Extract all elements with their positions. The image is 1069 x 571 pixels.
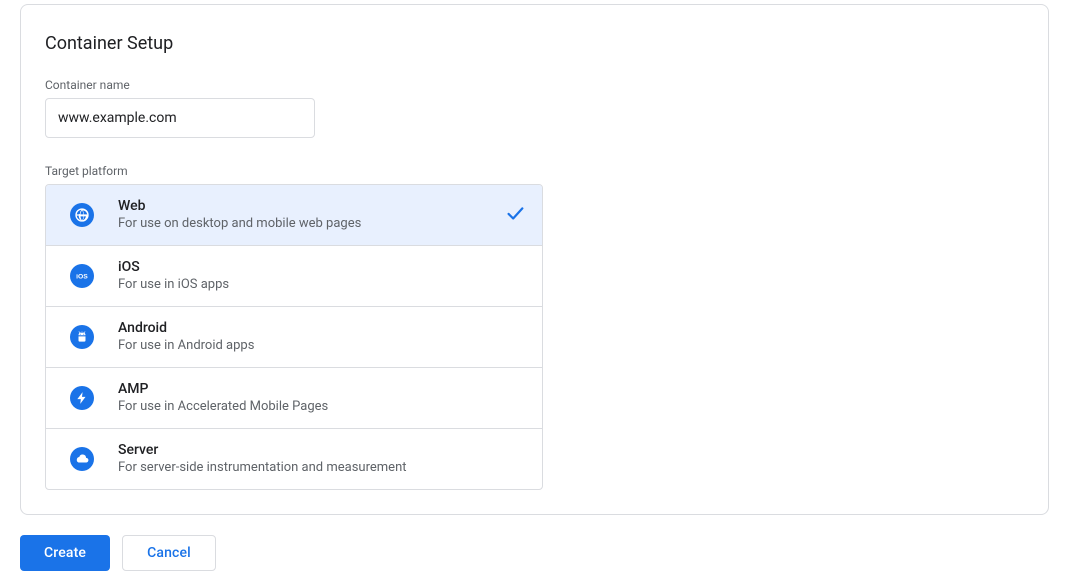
platform-title: AMP — [118, 380, 526, 398]
platform-title: Android — [118, 319, 526, 337]
android-icon — [70, 325, 94, 349]
button-row: Create Cancel — [0, 535, 1069, 571]
platform-text: AMP For use in Accelerated Mobile Pages — [118, 380, 526, 416]
platform-desc: For use in Accelerated Mobile Pages — [118, 398, 526, 416]
platform-text: Web For use on desktop and mobile web pa… — [118, 197, 492, 233]
card-title: Container Setup — [45, 33, 1024, 54]
amp-icon — [70, 386, 94, 410]
container-name-label: Container name — [45, 78, 1024, 92]
platform-title: Web — [118, 197, 492, 215]
platform-text: iOS For use in iOS apps — [118, 258, 526, 294]
platform-desc: For server-side instrumentation and meas… — [118, 459, 526, 477]
platform-title: Server — [118, 441, 526, 459]
server-icon — [70, 447, 94, 471]
platform-list: Web For use on desktop and mobile web pa… — [45, 184, 543, 490]
platform-option-amp[interactable]: AMP For use in Accelerated Mobile Pages — [46, 368, 542, 429]
container-name-input[interactable] — [45, 98, 315, 138]
globe-icon — [70, 203, 94, 227]
cancel-button[interactable]: Cancel — [122, 535, 216, 571]
platform-title: iOS — [118, 258, 526, 276]
platform-desc: For use in Android apps — [118, 337, 526, 355]
platform-text: Android For use in Android apps — [118, 319, 526, 355]
svg-text:iOS: iOS — [76, 274, 88, 281]
checkmark-icon — [504, 202, 526, 228]
platform-option-ios[interactable]: iOS iOS For use in iOS apps — [46, 246, 542, 307]
platform-option-server[interactable]: Server For server-side instrumentation a… — [46, 429, 542, 489]
platform-desc: For use in iOS apps — [118, 276, 526, 294]
platform-option-web[interactable]: Web For use on desktop and mobile web pa… — [46, 185, 542, 246]
platform-desc: For use on desktop and mobile web pages — [118, 215, 492, 233]
container-setup-card: Container Setup Container name Target pl… — [20, 4, 1049, 515]
target-platform-label: Target platform — [45, 164, 1024, 178]
create-button[interactable]: Create — [20, 535, 110, 571]
platform-text: Server For server-side instrumentation a… — [118, 441, 526, 477]
platform-option-android[interactable]: Android For use in Android apps — [46, 307, 542, 368]
ios-icon: iOS — [70, 264, 94, 288]
